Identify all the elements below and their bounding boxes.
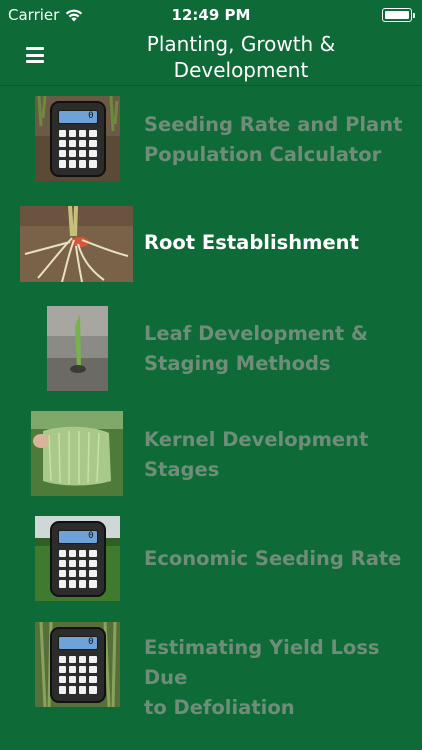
calculator-icon: 0 xyxy=(49,520,106,597)
list-item-economic-seeding-rate[interactable]: 0 Economic Seeding Rate xyxy=(0,504,422,608)
list-item-label: Kernel Development Stages xyxy=(144,428,369,481)
list-item-label: Economic Seeding Rate xyxy=(144,547,402,570)
list-item-kernel-development[interactable]: Kernel Development Stages xyxy=(0,400,422,504)
battery-icon xyxy=(382,8,415,22)
seedling-image xyxy=(47,306,108,391)
status-bar: Carrier xyxy=(0,0,422,30)
carrier-label: Carrier xyxy=(8,6,60,24)
list-item-label: Leaf Development & Staging Methods xyxy=(144,322,369,375)
page-title: Planting, Growth & Development xyxy=(110,31,372,83)
calculator-thumbnail: 0 xyxy=(35,96,120,181)
list-item-label: Estimating Yield Loss Due to Defoliation xyxy=(144,636,380,719)
page-title-line1: Planting, Growth & xyxy=(146,32,336,56)
list-item-label: Root Establishment xyxy=(144,231,359,254)
calculator-screen: 0 xyxy=(57,109,98,124)
corn-silk-image xyxy=(31,411,123,496)
calculator-thumbnail: 0 xyxy=(35,622,120,707)
page-title-line2: Development xyxy=(173,58,309,82)
nav-bar: Planting, Growth & Development xyxy=(0,30,422,86)
seedling-photo xyxy=(47,306,108,391)
calculator-thumbnail: 0 xyxy=(35,516,120,601)
root-image xyxy=(20,206,133,282)
calculator-screen: 0 xyxy=(57,529,98,544)
list-item-root-establishment[interactable]: Root Establishment xyxy=(0,192,422,296)
calculator-screen: 0 xyxy=(57,635,98,650)
corn-silk-photo xyxy=(31,411,123,496)
list-item-seeding-rate-calculator[interactable]: 0 Seeding Rate and Plant Population Calc… xyxy=(0,88,422,192)
calculator-icon: 0 xyxy=(49,626,106,703)
wifi-icon xyxy=(66,9,83,22)
list-item-yield-loss-defoliation[interactable]: 0 Estimating Yield Loss Due to Defoliati… xyxy=(0,608,422,719)
status-left: Carrier xyxy=(8,6,83,24)
list-item-label: Seeding Rate and Plant Population Calcul… xyxy=(144,113,403,166)
root-photo xyxy=(20,206,133,282)
calculator-icon: 0 xyxy=(49,100,106,177)
hamburger-menu-icon[interactable] xyxy=(26,47,44,63)
list-item-leaf-development[interactable]: Leaf Development & Staging Methods xyxy=(0,296,422,400)
